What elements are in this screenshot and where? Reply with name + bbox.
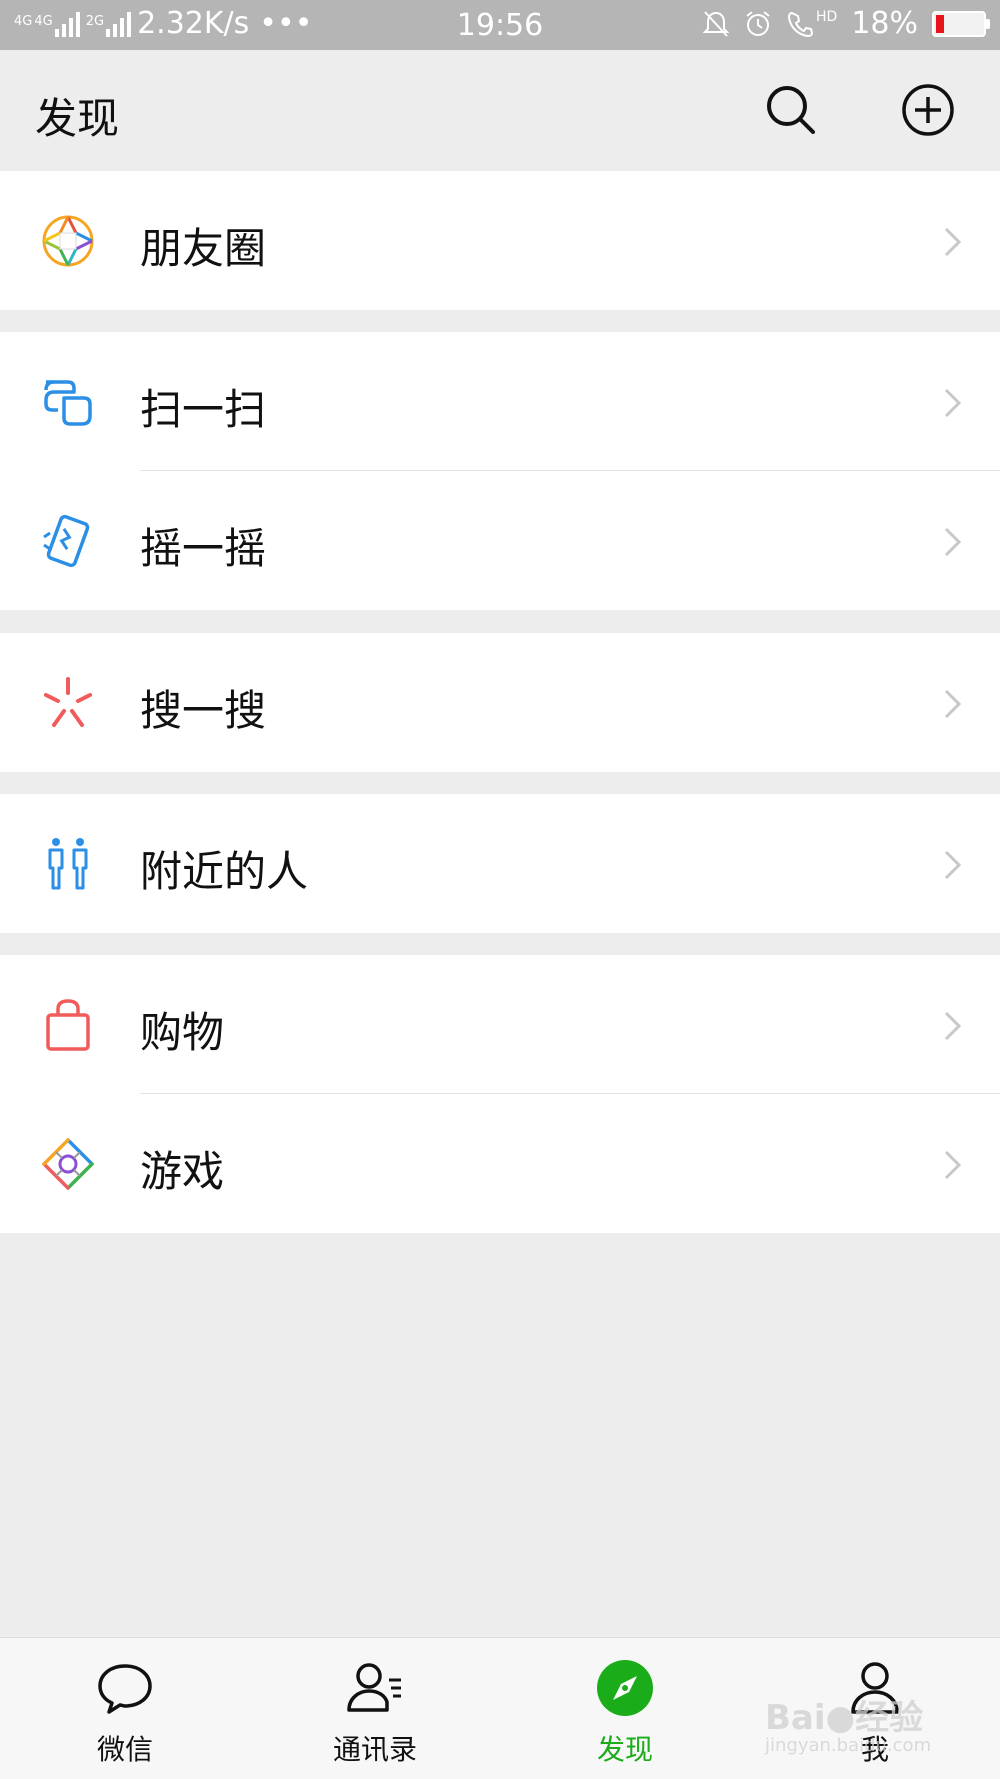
hd-label: HD xyxy=(816,8,838,25)
people-nearby-icon xyxy=(48,838,88,890)
scan-icon xyxy=(44,380,92,426)
menu-group-search: 搜一搜 xyxy=(0,633,1000,772)
battery-fill xyxy=(936,14,944,33)
watermark-url: jingyan.baidu.com xyxy=(765,1735,932,1756)
menu-group-shopping-games: 购物 游戏 xyxy=(0,955,1000,1233)
status-right: HD 18% xyxy=(702,6,990,41)
games-diamond-icon xyxy=(42,1138,94,1190)
plus-circle-icon[interactable] xyxy=(900,82,956,138)
app-header: 发现 xyxy=(0,50,1000,170)
menu-item-search[interactable]: 搜一搜 xyxy=(0,633,1000,772)
menu-label-nearby: 附近的人 xyxy=(140,847,309,896)
hd-call-icon xyxy=(787,11,814,37)
chat-bubble-icon xyxy=(98,1664,152,1714)
chevron-right-icon xyxy=(944,1150,962,1180)
menu-label-moments: 朋友圈 xyxy=(140,224,267,273)
watermark-brand: Bai●经验 xyxy=(765,1698,924,1738)
menu-label-shopping: 购物 xyxy=(140,1008,225,1057)
chevron-right-icon xyxy=(944,1011,962,1041)
search-sparkle-icon xyxy=(44,677,92,727)
search-icon[interactable] xyxy=(763,82,819,138)
tab-label-contacts: 通讯录 xyxy=(332,1733,417,1766)
watermark-logo: Bai●经验 jingyan.baidu.com xyxy=(765,1690,931,1756)
bell-muted-icon xyxy=(702,10,730,37)
moments-aperture-icon xyxy=(42,215,94,267)
tab-discover[interactable]: 发现 xyxy=(500,1638,750,1779)
battery-percent: 18% xyxy=(851,6,918,41)
chevron-right-icon xyxy=(944,388,962,418)
menu-label-search: 搜一搜 xyxy=(140,686,267,735)
menu-group-nearby: 附近的人 xyxy=(0,794,1000,933)
compass-icon xyxy=(597,1660,653,1716)
page-title: 发现 xyxy=(35,94,120,143)
tab-contacts[interactable]: 通讯录 xyxy=(250,1638,500,1779)
battery-icon xyxy=(932,10,990,37)
menu-item-nearby[interactable]: 附近的人 xyxy=(0,794,1000,933)
menu-label-shake: 摇一摇 xyxy=(140,524,267,573)
tab-label-discover: 发现 xyxy=(596,1733,653,1766)
status-bar: 4G 4G 2G 2.32K/s ••• 19:56 HD 18% xyxy=(0,0,1000,50)
menu-item-shopping[interactable]: 购物 xyxy=(0,955,1000,1094)
menu-item-shake[interactable]: 摇一摇 xyxy=(0,471,1000,610)
contacts-icon xyxy=(347,1663,401,1712)
menu-group-scan-shake: 扫一扫 摇一摇 xyxy=(0,332,1000,610)
menu-group-moments: 朋友圈 xyxy=(0,171,1000,310)
alarm-clock-icon xyxy=(746,10,770,36)
menu-label-games: 游戏 xyxy=(140,1147,225,1196)
menu-label-scan: 扫一扫 xyxy=(140,385,267,434)
menu-item-scan[interactable]: 扫一扫 xyxy=(0,332,1000,471)
shake-icon xyxy=(43,514,90,568)
tab-chats[interactable]: 微信 xyxy=(0,1638,250,1779)
chevron-right-icon xyxy=(944,850,962,880)
menu-item-moments[interactable]: 朋友圈 xyxy=(0,171,1000,310)
shopping-bag-icon xyxy=(46,999,90,1051)
menu-item-games[interactable]: 游戏 xyxy=(0,1094,1000,1233)
chevron-right-icon xyxy=(944,527,962,557)
tab-label-chats: 微信 xyxy=(96,1733,153,1766)
chevron-right-icon xyxy=(944,227,962,257)
chevron-right-icon xyxy=(944,689,962,719)
